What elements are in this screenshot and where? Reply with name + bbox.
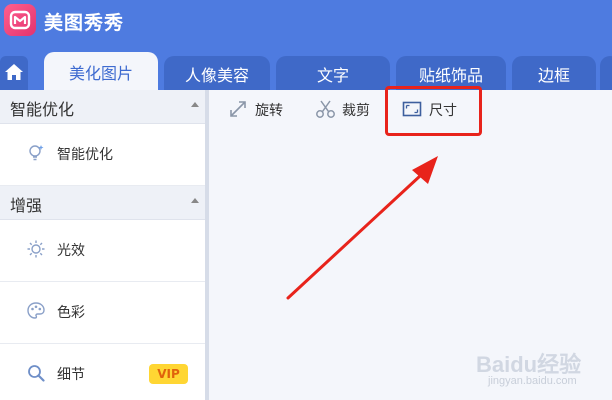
baidu-watermark: Baidu经验 jingyan.baidu.com — [470, 345, 610, 397]
annotation-arrow — [286, 156, 438, 300]
watermark-url: jingyan.baidu.com — [488, 375, 577, 387]
